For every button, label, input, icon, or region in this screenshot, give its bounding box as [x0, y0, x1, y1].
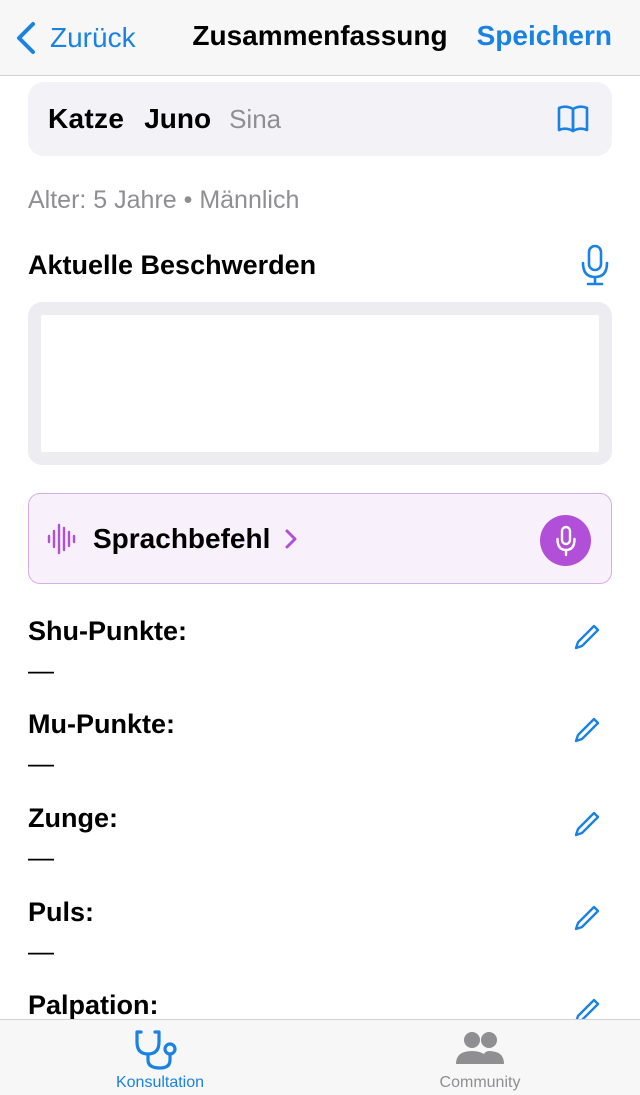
field-tongue: Zunge: — [28, 803, 612, 873]
back-button[interactable]: Zurück [14, 18, 136, 58]
field-label: Puls: [28, 897, 95, 927]
back-label: Zurück [50, 22, 136, 53]
tab-community[interactable]: Community [380, 1028, 580, 1092]
waveform-icon [47, 523, 76, 554]
patient-card: Katze Juno Sina [28, 82, 612, 156]
pencil-icon[interactable] [572, 809, 602, 839]
chevron-left-icon [17, 22, 35, 54]
microphone-icon[interactable] [580, 244, 610, 286]
field-label: Zunge: [28, 803, 118, 833]
tab-consultation[interactable]: Konsultation [60, 1028, 260, 1092]
people-icon [456, 1032, 504, 1064]
microphone-icon [555, 525, 576, 556]
book-icon[interactable] [556, 102, 590, 136]
tab-bar: Konsultation Community [0, 1019, 640, 1095]
field-label: Mu-Punkte: [28, 709, 175, 739]
voice-microphone-button[interactable] [540, 515, 591, 566]
save-button[interactable]: Speichern [477, 20, 612, 52]
navigation-bar: Zurück Zusammenfassung Speichern [0, 0, 640, 76]
field-shu-points: Shu-Punkte: — [28, 616, 612, 686]
voice-command-label: Sprachbefehl [93, 522, 271, 554]
patient-owner: Sina [229, 103, 282, 134]
tab-label: Konsultation [115, 1074, 205, 1091]
patient-name: Juno [144, 103, 212, 134]
stethoscope-icon [135, 1030, 177, 1070]
screen: Zurück Zusammenfassung Speichern Katze J… [0, 0, 640, 1095]
field-value: — [28, 936, 54, 966]
tab-label: Community [439, 1074, 521, 1091]
field-value: — [28, 748, 54, 778]
field-pulse: Puls: — [28, 897, 612, 967]
patient-meta: Alter: 5 Jahre • Männlich [28, 186, 300, 214]
field-value: — [28, 842, 54, 872]
voice-command-button[interactable]: Sprachbefehl [28, 493, 612, 584]
pencil-icon[interactable] [572, 903, 602, 933]
field-label: Palpation: [28, 990, 159, 1020]
complaints-text-area[interactable] [41, 315, 599, 452]
complaints-title: Aktuelle Beschwerden [28, 250, 317, 280]
chevron-right-icon [285, 529, 297, 548]
complaints-field-container [28, 302, 612, 465]
patient-species: Katze [48, 103, 125, 134]
field-mu-points: Mu-Punkte: — [28, 709, 612, 779]
field-value: — [28, 655, 54, 685]
pencil-icon[interactable] [572, 715, 602, 745]
pencil-icon[interactable] [572, 622, 602, 652]
field-label: Shu-Punkte: [28, 616, 187, 646]
